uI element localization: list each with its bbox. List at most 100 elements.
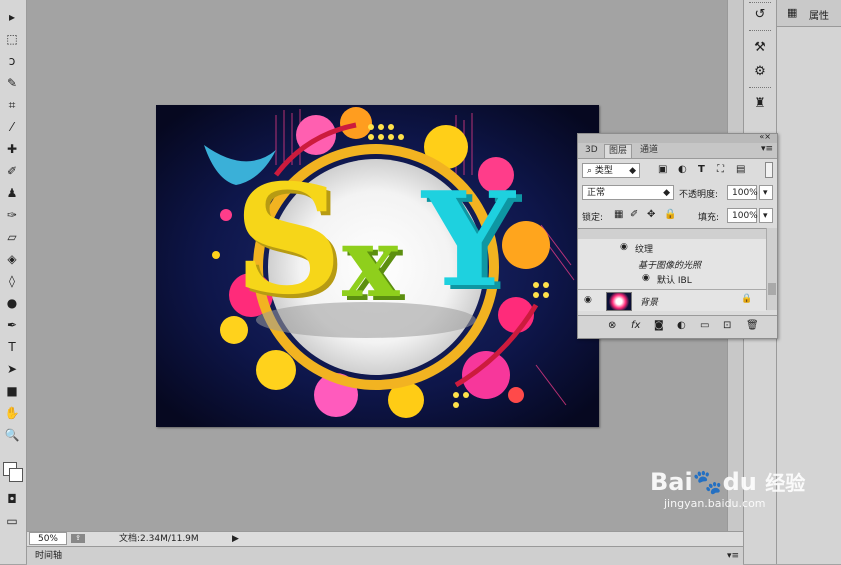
- layer-thumbnail: [606, 292, 632, 311]
- brush-presets-icon[interactable]: ⚒: [750, 37, 770, 57]
- zoom-input[interactable]: 50%: [29, 532, 67, 545]
- move-tool-icon[interactable]: ▸: [3, 8, 21, 26]
- export-icon[interactable]: ⇪: [71, 534, 85, 543]
- clone-source-icon[interactable]: ♜: [750, 93, 770, 113]
- default-ibl-label: 默认 IBL: [657, 276, 692, 286]
- eye-icon[interactable]: ◉: [642, 273, 650, 283]
- chevron-down-icon: ◆: [663, 188, 670, 198]
- dock-grip[interactable]: [749, 87, 771, 90]
- folder-icon[interactable]: ▭: [700, 320, 709, 331]
- mask-icon[interactable]: ◙: [654, 320, 664, 331]
- opacity-dropdown[interactable]: ▾: [759, 185, 773, 200]
- layers-scrollbar[interactable]: [766, 228, 777, 310]
- lasso-tool-icon[interactable]: ↄ: [3, 52, 21, 70]
- tab-3d[interactable]: 3D: [581, 144, 602, 157]
- layer-row-background[interactable]: ◉ 背景 🔒: [578, 289, 766, 312]
- document-canvas[interactable]: S S x x Y Y: [156, 105, 599, 427]
- new-layer-icon[interactable]: ⊡: [723, 320, 731, 331]
- eyedropper-tool-icon[interactable]: ⁄: [3, 118, 21, 136]
- quick-select-tool-icon[interactable]: ✎: [3, 74, 21, 92]
- chevron-down-icon: ◆: [629, 166, 636, 176]
- tools-panel: ▸ ⬚ ↄ ✎ ⌗ ⁄ ✚ ✐ ♟ ✑ ▱ ◈ ◊ ● ✒ T ➤ ■ ✋ 🔍 ◘ ▭: [0, 0, 27, 564]
- brush-tool-icon[interactable]: ✐: [3, 162, 21, 180]
- trash-icon[interactable]: 🗑: [746, 320, 759, 331]
- timeline-menu-icon[interactable]: ▾≡: [727, 547, 739, 565]
- layers-panel-footer: ⊗ fx ◙ ◐ ▭ ⊡ 🗑: [578, 315, 777, 338]
- eye-icon[interactable]: ◉: [620, 242, 628, 252]
- healing-brush-tool-icon[interactable]: ✚: [3, 140, 21, 158]
- fill-dropdown[interactable]: ▾: [759, 208, 773, 223]
- layers-panel-titlebar[interactable]: «×: [578, 132, 777, 143]
- properties-label: 属性: [809, 11, 829, 22]
- fill-label: 填充:: [698, 213, 720, 223]
- fill-input[interactable]: 100%: [727, 208, 758, 223]
- filter-pixel-icon[interactable]: ▣: [658, 164, 667, 175]
- lock-position-icon[interactable]: ✥: [647, 209, 655, 220]
- tab-channels[interactable]: 通道: [636, 144, 662, 157]
- lock-transparent-icon[interactable]: ▦: [614, 209, 623, 220]
- timeline-tab[interactable]: 时间轴: [35, 547, 62, 565]
- blend-mode-select[interactable]: 正常 ◆: [582, 185, 674, 200]
- watermark-logo: Bai🐾du 经验: [650, 468, 805, 497]
- status-bar: 50% ⇪ 文档:2.34M/11.9M ▶: [27, 531, 743, 546]
- blend-mode-value: 正常: [587, 188, 606, 198]
- lock-icon: 🔒: [741, 294, 753, 304]
- background-layer-label: 背景: [640, 298, 659, 308]
- history-brush-tool-icon[interactable]: ✑: [3, 206, 21, 224]
- marquee-tool-icon[interactable]: ⬚: [3, 30, 21, 48]
- properties-tab[interactable]: ▦ 属性: [777, 0, 841, 27]
- crop-tool-icon[interactable]: ⌗: [3, 96, 21, 114]
- path-select-tool-icon[interactable]: ➤: [3, 360, 21, 378]
- document-info: 文档:2.34M/11.9M: [119, 534, 199, 544]
- adjustment-icon[interactable]: ◐: [677, 320, 686, 331]
- layers-scrollbar-thumb[interactable]: [768, 283, 776, 295]
- effect-row-ibl[interactable]: 基于图像的光照: [578, 257, 766, 271]
- eye-icon[interactable]: ◉: [584, 295, 592, 305]
- opacity-label: 不透明度:: [679, 190, 719, 200]
- search-icon: ⌕: [587, 166, 593, 176]
- screen-mode-icon[interactable]: ▭: [3, 512, 21, 530]
- lock-image-icon[interactable]: ✐: [630, 209, 638, 220]
- watermark-url: jingyan.baidu.com: [664, 497, 766, 510]
- watermark-product: 经验: [765, 471, 806, 495]
- blur-tool-icon[interactable]: ◊: [3, 272, 21, 290]
- dock-grip[interactable]: [749, 30, 771, 33]
- watermark-brand-suffix: du: [722, 468, 757, 496]
- lock-all-icon[interactable]: 🔒: [664, 209, 676, 220]
- type-tool-icon[interactable]: T: [3, 338, 21, 356]
- layers-panel: «× 3D 图层 通道 ▾≡ ⌕ 类型 ◆ ▣ ◐ T ⛶ ▤ 正常 ◆ 不透明…: [577, 132, 778, 339]
- shape-tool-icon[interactable]: ■: [3, 382, 21, 400]
- paint-bucket-tool-icon[interactable]: ◈: [3, 250, 21, 268]
- layer-filter-select[interactable]: ⌕ 类型 ◆: [582, 163, 640, 178]
- filter-shape-icon[interactable]: ⛶: [717, 164, 724, 175]
- pen-tool-icon[interactable]: ✒: [3, 316, 21, 334]
- effect-row-texture[interactable]: ◉ 纹理: [578, 240, 766, 256]
- tab-layers[interactable]: 图层: [604, 144, 633, 158]
- timeline-panel: 时间轴 ▾≡: [27, 546, 743, 565]
- filter-toggle[interactable]: [765, 162, 773, 178]
- watermark: Bai🐾du 经验 jingyan.baidu.com: [650, 468, 805, 510]
- fx-icon[interactable]: fx: [631, 320, 640, 331]
- quick-mask-icon[interactable]: ◘: [3, 490, 21, 508]
- panel-menu-icon[interactable]: ▾≡: [761, 144, 773, 154]
- tool-presets-icon[interactable]: ⚙: [750, 61, 770, 81]
- background-color-swatch[interactable]: [9, 468, 23, 482]
- dodge-tool-icon[interactable]: ●: [3, 294, 21, 312]
- lock-label: 锁定:: [582, 213, 604, 223]
- stamp-tool-icon[interactable]: ♟: [3, 184, 21, 202]
- zoom-tool-icon[interactable]: 🔍: [3, 426, 21, 444]
- hand-tool-icon[interactable]: ✋: [3, 404, 21, 422]
- layer-row-partial[interactable]: [578, 229, 766, 239]
- layers-list: ◉ 纹理 基于图像的光照 ◉ 默认 IBL ◉ 背景 🔒: [578, 228, 766, 311]
- collapse-icon[interactable]: «×: [759, 132, 771, 141]
- filter-type-icon[interactable]: T: [698, 164, 705, 175]
- effect-row-default-ibl[interactable]: ◉ 默认 IBL: [578, 272, 766, 286]
- link-icon[interactable]: ⊗: [608, 320, 616, 331]
- status-menu-arrow[interactable]: ▶: [232, 532, 239, 546]
- filter-adjustment-icon[interactable]: ◐: [678, 164, 687, 175]
- history-panel-icon[interactable]: ↺: [750, 4, 770, 24]
- opacity-input[interactable]: 100%: [727, 185, 758, 200]
- filter-smart-object-icon[interactable]: ▤: [736, 164, 745, 175]
- filter-kind-value: 类型: [594, 166, 613, 176]
- eraser-tool-icon[interactable]: ▱: [3, 228, 21, 246]
